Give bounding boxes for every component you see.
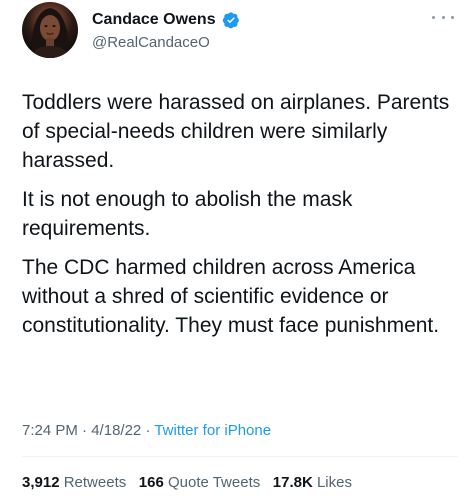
retweets-stat[interactable]: 3,912 Retweets — [22, 474, 130, 491]
author-handle[interactable]: @RealCandaceO — [92, 34, 210, 51]
tweet-card: Candace Owens @RealCandaceO Toddlers wer… — [0, 0, 468, 500]
meta-separator: · — [82, 422, 88, 439]
tweet-paragraph: It is not enough to abolish the mask req… — [22, 188, 353, 240]
quote-tweets-count: 166 — [138, 474, 164, 491]
tweet-source-link[interactable]: Twitter for iPhone — [154, 422, 271, 439]
divider — [22, 456, 458, 457]
profile-photo-icon — [30, 8, 70, 58]
avatar[interactable] — [22, 2, 78, 58]
more-options-icon[interactable] — [432, 10, 454, 24]
tweet-text: Toddlers were harassed on airplanes. Par… — [22, 88, 452, 350]
quote-tweets-stat[interactable]: 166 Quote Tweets — [139, 474, 265, 491]
tweet-header: Candace Owens @RealCandaceO — [22, 2, 462, 64]
verified-badge-icon — [222, 11, 240, 29]
name-row: Candace Owens — [92, 11, 240, 29]
likes-count: 17.8K — [272, 474, 313, 491]
meta-separator: · — [145, 422, 151, 439]
tweet-paragraph: Toddlers were harassed on airplanes. Par… — [22, 91, 450, 172]
quote-tweets-label: Quote Tweets — [167, 474, 261, 491]
likes-label: Likes — [316, 474, 352, 491]
likes-stat[interactable]: 17.8K Likes — [273, 474, 352, 491]
author-display-name[interactable]: Candace Owens — [92, 11, 216, 29]
retweets-label: Retweets — [63, 474, 127, 491]
tweet-stats: 3,912 Retweets 166 Quote Tweets 17.8K Li… — [22, 474, 352, 491]
tweet-meta: 7:24 PM · 4/18/22 · Twitter for iPhone — [22, 422, 271, 439]
tweet-date[interactable]: 4/18/22 — [91, 422, 141, 439]
tweet-time[interactable]: 7:24 PM — [22, 422, 78, 439]
retweets-count: 3,912 — [22, 474, 60, 491]
tweet-paragraph: The CDC harmed children across America w… — [22, 256, 440, 337]
